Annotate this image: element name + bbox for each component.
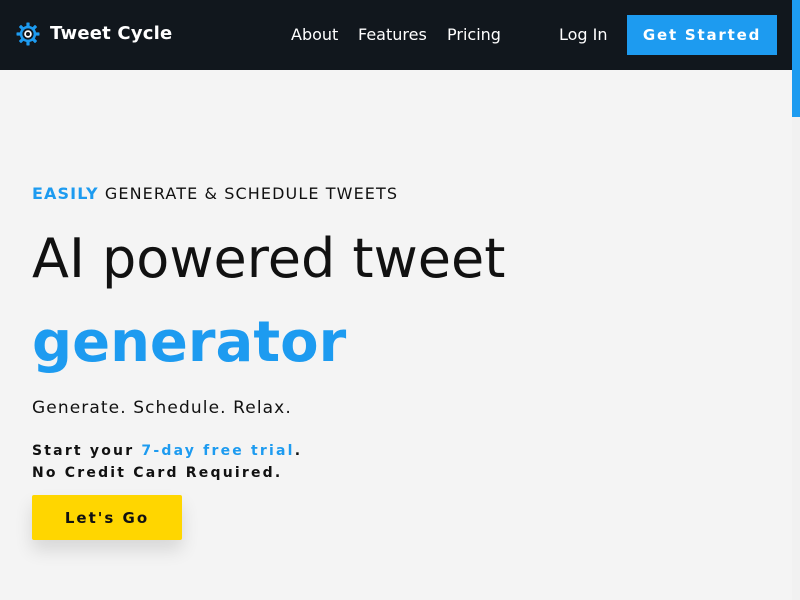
nav-link-features[interactable]: Features <box>358 24 427 46</box>
no-credit-card-notice: No Credit Card Required. <box>32 465 283 481</box>
top-navbar: Tweet Cycle About Features Pricing Log I… <box>0 0 792 70</box>
gear-icon <box>16 22 40 46</box>
eyebrow-accent: EASILY <box>32 184 99 203</box>
trial-prefix: Start your <box>32 443 142 459</box>
scrollbar-thumb[interactable] <box>792 0 800 117</box>
get-started-button[interactable]: Get Started <box>627 15 777 55</box>
login-link[interactable]: Log In <box>559 24 608 46</box>
trial-notice: Start your 7-day free trial. <box>32 442 302 460</box>
lets-go-button[interactable]: Let's Go <box>32 495 182 540</box>
trial-suffix: . <box>294 443 303 459</box>
brand-logo[interactable]: Tweet Cycle <box>16 22 172 46</box>
eyebrow-text: GENERATE & SCHEDULE TWEETS <box>104 184 399 203</box>
hero-headline: AI powered tweet <box>32 227 506 290</box>
nav-link-about[interactable]: About <box>291 24 338 46</box>
trial-accent: 7-day free trial <box>141 443 295 459</box>
hero-eyebrow: EASILY GENERATE & SCHEDULE TWEETS <box>32 184 398 204</box>
hero-tagline: Generate. Schedule. Relax. <box>32 398 292 418</box>
nav-link-pricing[interactable]: Pricing <box>447 24 501 46</box>
brand-name: Tweet Cycle <box>50 23 173 44</box>
hero-headline-accent: generator <box>32 310 347 375</box>
